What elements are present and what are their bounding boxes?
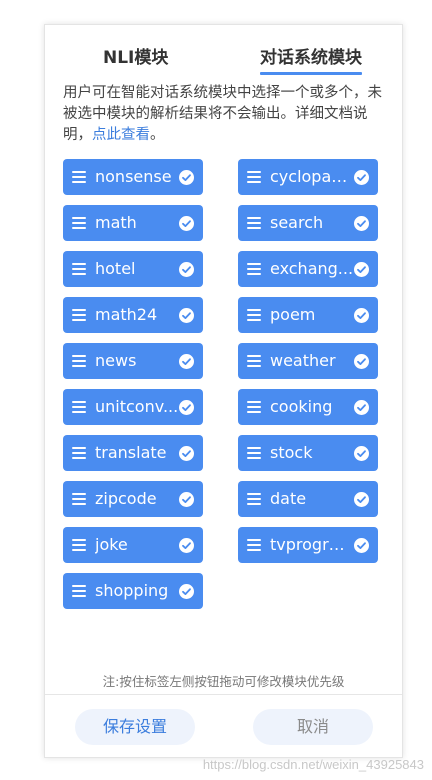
module-chip-label: stock xyxy=(270,443,313,462)
module-chip-label: hotel xyxy=(95,259,136,278)
check-circle-icon[interactable] xyxy=(179,354,194,369)
check-circle-icon[interactable] xyxy=(179,308,194,323)
drag-handle-icon[interactable] xyxy=(247,217,261,229)
module-chip-label: cyclopae... xyxy=(270,167,354,186)
tab-dialog-system-label: 对话系统模块 xyxy=(260,48,362,68)
check-circle-icon[interactable] xyxy=(179,446,194,461)
check-circle-icon[interactable] xyxy=(179,400,194,415)
check-circle-icon[interactable] xyxy=(179,216,194,231)
active-tab-underline xyxy=(260,72,362,75)
module-settings-panel: NLI模块 对话系统模块 用户可在智能对话系统模块中选择一个或多个，未被选中模块… xyxy=(44,24,403,758)
description: 用户可在智能对话系统模块中选择一个或多个，未被选中模块的解析结果将不会输出。详细… xyxy=(63,83,389,146)
check-circle-icon[interactable] xyxy=(179,262,194,277)
module-chip-label: tvprogram xyxy=(270,535,354,554)
check-circle-icon[interactable] xyxy=(354,492,369,507)
check-circle-icon[interactable] xyxy=(354,262,369,277)
save-settings-button[interactable]: 保存设置 xyxy=(75,709,195,745)
check-circle-icon[interactable] xyxy=(354,538,369,553)
module-chip[interactable]: search xyxy=(238,205,378,241)
check-circle-icon[interactable] xyxy=(179,492,194,507)
drag-handle-icon[interactable] xyxy=(247,171,261,183)
drag-handle-icon[interactable] xyxy=(72,447,86,459)
module-chip[interactable]: unitconv... xyxy=(63,389,203,425)
module-chip-label: weather xyxy=(270,351,336,370)
module-chip[interactable]: joke xyxy=(63,527,203,563)
check-circle-icon[interactable] xyxy=(179,538,194,553)
drag-handle-icon[interactable] xyxy=(247,355,261,367)
check-circle-icon[interactable] xyxy=(354,216,369,231)
module-chip-label: math24 xyxy=(95,305,158,324)
module-chip[interactable]: weather xyxy=(238,343,378,379)
check-circle-icon[interactable] xyxy=(354,354,369,369)
module-chip[interactable]: poem xyxy=(238,297,378,333)
check-circle-icon[interactable] xyxy=(354,308,369,323)
doc-link[interactable]: 点此查看 xyxy=(92,127,150,143)
check-circle-icon[interactable] xyxy=(354,400,369,415)
footer-divider xyxy=(45,694,402,695)
check-circle-icon[interactable] xyxy=(179,170,194,185)
module-chip-label: joke xyxy=(95,535,128,554)
module-chip-label: shopping xyxy=(95,581,169,600)
module-chip[interactable]: date xyxy=(238,481,378,517)
drag-handle-icon[interactable] xyxy=(247,309,261,321)
module-chip[interactable]: stock xyxy=(238,435,378,471)
drag-handle-icon[interactable] xyxy=(247,401,261,413)
drag-handle-icon[interactable] xyxy=(72,401,86,413)
drag-handle-icon[interactable] xyxy=(72,539,86,551)
drag-handle-icon[interactable] xyxy=(72,171,86,183)
module-chip[interactable]: news xyxy=(63,343,203,379)
tab-bar: NLI模块 对话系统模块 xyxy=(45,25,402,75)
watermark: https://blog.csdn.net/weixin_43925843 xyxy=(202,757,424,772)
description-tail: 。 xyxy=(150,127,165,143)
module-chip[interactable]: exchang... xyxy=(238,251,378,287)
drag-handle-icon[interactable] xyxy=(72,585,86,597)
drag-handle-icon[interactable] xyxy=(72,309,86,321)
drag-handle-icon[interactable] xyxy=(72,493,86,505)
drag-handle-icon[interactable] xyxy=(247,493,261,505)
drag-handle-icon[interactable] xyxy=(247,447,261,459)
drag-handle-icon[interactable] xyxy=(72,217,86,229)
module-chip[interactable]: translate xyxy=(63,435,203,471)
module-chip[interactable]: cyclopae... xyxy=(238,159,378,195)
drag-handle-icon[interactable] xyxy=(247,539,261,551)
module-chip-label: poem xyxy=(270,305,316,324)
module-chip-label: math xyxy=(95,213,137,232)
drag-handle-icon[interactable] xyxy=(72,263,86,275)
module-chip[interactable]: math24 xyxy=(63,297,203,333)
check-circle-icon[interactable] xyxy=(179,584,194,599)
module-chip-label: unitconv... xyxy=(95,397,179,416)
module-chip-label: translate xyxy=(95,443,167,462)
module-chip[interactable]: hotel xyxy=(63,251,203,287)
module-chip-label: date xyxy=(270,489,307,508)
module-chip-label: zipcode xyxy=(95,489,157,508)
module-chip[interactable]: tvprogram xyxy=(238,527,378,563)
module-chip[interactable]: shopping xyxy=(63,573,203,609)
drag-handle-icon[interactable] xyxy=(72,355,86,367)
module-chip-label: nonsense xyxy=(95,167,172,186)
tab-dialog-system[interactable]: 对话系统模块 xyxy=(260,43,362,75)
priority-note: 注:按住标签左侧按钮拖动可修改模块优先级 xyxy=(102,674,345,689)
module-chip[interactable]: nonsense xyxy=(63,159,203,195)
module-chip-label: cooking xyxy=(270,397,333,416)
check-circle-icon[interactable] xyxy=(354,446,369,461)
drag-handle-icon[interactable] xyxy=(247,263,261,275)
tab-nli[interactable]: NLI模块 xyxy=(103,43,168,68)
module-chip-label: search xyxy=(270,213,324,232)
cancel-button[interactable]: 取消 xyxy=(253,709,373,745)
module-chip[interactable]: cooking xyxy=(238,389,378,425)
check-circle-icon[interactable] xyxy=(354,170,369,185)
module-chip[interactable]: math xyxy=(63,205,203,241)
module-chip-label: exchang... xyxy=(270,259,354,278)
module-chip-label: news xyxy=(95,351,137,370)
module-chip[interactable]: zipcode xyxy=(63,481,203,517)
